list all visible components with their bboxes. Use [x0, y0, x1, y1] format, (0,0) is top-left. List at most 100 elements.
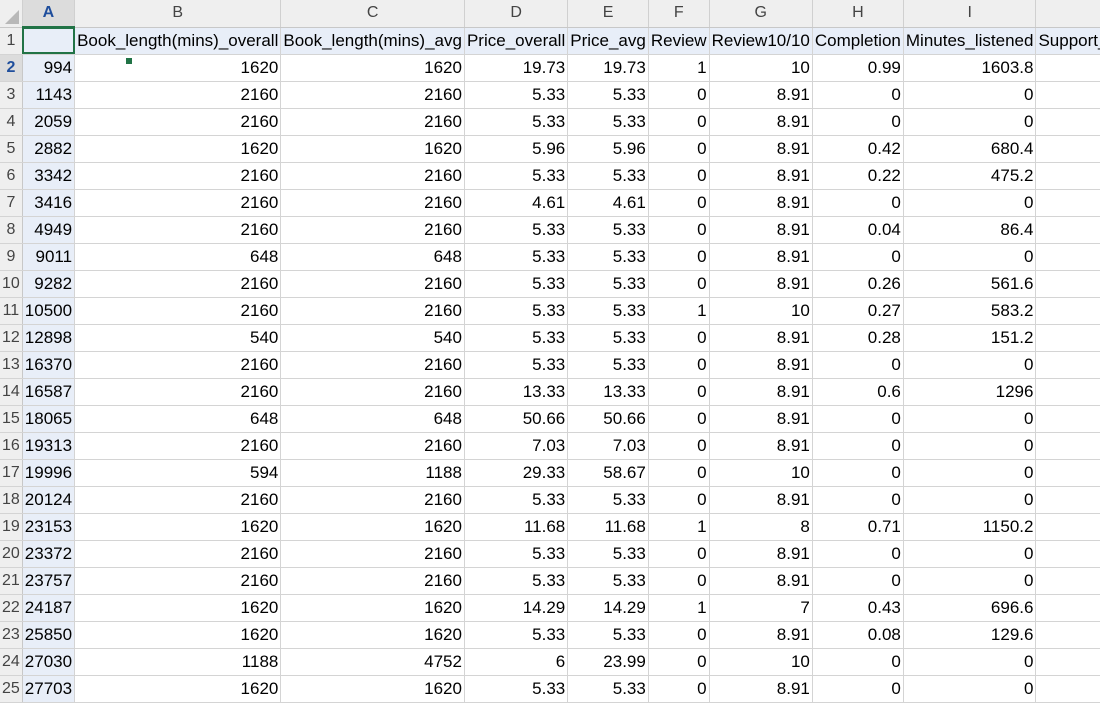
- data-cell[interactable]: 10: [709, 648, 813, 676]
- data-cell[interactable]: 2160: [280, 486, 465, 514]
- data-cell[interactable]: 1620: [280, 135, 465, 163]
- data-cell[interactable]: 8.91: [709, 378, 813, 406]
- data-cell[interactable]: 5.33: [464, 270, 569, 298]
- data-cell[interactable]: 50.66: [464, 405, 569, 433]
- data-cell[interactable]: 0: [1035, 189, 1100, 217]
- row-header[interactable]: 24: [0, 648, 23, 676]
- data-cell[interactable]: 5.33: [567, 297, 649, 325]
- row-header[interactable]: 22: [0, 594, 23, 622]
- row-header[interactable]: 5: [0, 135, 23, 163]
- data-cell[interactable]: 2160: [74, 162, 282, 190]
- data-cell[interactable]: 1620: [280, 594, 465, 622]
- data-cell[interactable]: 5.33: [464, 162, 569, 190]
- data-cell[interactable]: 8.91: [709, 216, 813, 244]
- column-header-c[interactable]: C: [280, 0, 465, 28]
- data-cell[interactable]: 540: [74, 324, 282, 352]
- data-cell[interactable]: 1296: [903, 378, 1037, 406]
- data-cell[interactable]: 696.6: [903, 594, 1037, 622]
- data-cell[interactable]: 5.33: [464, 243, 569, 271]
- data-cell[interactable]: 648: [280, 405, 465, 433]
- data-cell[interactable]: 8.91: [709, 81, 813, 109]
- data-cell[interactable]: 2160: [280, 216, 465, 244]
- row-header[interactable]: 19: [0, 513, 23, 541]
- data-cell[interactable]: 5.33: [567, 243, 649, 271]
- data-cell[interactable]: 2160: [280, 108, 465, 136]
- data-cell[interactable]: 5: [1035, 54, 1100, 82]
- data-cell[interactable]: 9282: [22, 270, 76, 298]
- data-cell[interactable]: 10: [709, 297, 813, 325]
- data-cell[interactable]: 6: [464, 648, 569, 676]
- data-cell[interactable]: 1620: [280, 513, 465, 541]
- data-cell[interactable]: 10: [709, 54, 813, 82]
- data-cell[interactable]: 0: [648, 162, 710, 190]
- data-cell[interactable]: 13.33: [567, 378, 649, 406]
- data-cell[interactable]: 0.28: [812, 324, 904, 352]
- row-header[interactable]: 4: [0, 108, 23, 136]
- row-header[interactable]: 13: [0, 351, 23, 379]
- column-header-j[interactable]: J: [1035, 0, 1100, 28]
- data-cell[interactable]: 1: [648, 513, 710, 541]
- data-cell[interactable]: 20124: [22, 486, 76, 514]
- data-cell[interactable]: 0: [648, 405, 710, 433]
- data-cell[interactable]: 2160: [280, 297, 465, 325]
- column-header-f[interactable]: F: [648, 0, 710, 28]
- data-cell[interactable]: 0.22: [812, 162, 904, 190]
- data-cell[interactable]: 1620: [280, 621, 465, 649]
- data-cell[interactable]: 0: [648, 270, 710, 298]
- select-all-corner[interactable]: [0, 0, 23, 28]
- data-cell[interactable]: 2160: [280, 81, 465, 109]
- data-cell[interactable]: 0.99: [812, 54, 904, 82]
- data-cell[interactable]: 5.33: [464, 486, 569, 514]
- data-cell[interactable]: 5.33: [567, 108, 649, 136]
- data-cell[interactable]: 58.67: [567, 459, 649, 487]
- data-cell[interactable]: 2160: [280, 351, 465, 379]
- data-cell[interactable]: 0: [903, 81, 1037, 109]
- data-cell[interactable]: 0: [648, 621, 710, 649]
- data-cell[interactable]: 0: [903, 567, 1037, 595]
- data-cell[interactable]: 1620: [74, 621, 282, 649]
- data-cell[interactable]: 1143: [22, 81, 76, 109]
- data-cell[interactable]: 2160: [74, 378, 282, 406]
- header-cell[interactable]: Price_avg: [567, 27, 649, 55]
- data-cell[interactable]: 5.33: [567, 324, 649, 352]
- data-cell[interactable]: 0.42: [812, 135, 904, 163]
- data-cell[interactable]: 27703: [22, 675, 76, 703]
- data-cell[interactable]: 5.33: [567, 567, 649, 595]
- row-header[interactable]: 10: [0, 270, 23, 298]
- data-cell[interactable]: 0: [903, 189, 1037, 217]
- data-cell[interactable]: 0: [903, 540, 1037, 568]
- data-cell[interactable]: 2160: [280, 270, 465, 298]
- data-cell[interactable]: 8.91: [709, 135, 813, 163]
- data-cell[interactable]: 2160: [74, 189, 282, 217]
- data-cell[interactable]: 0: [812, 459, 904, 487]
- data-cell[interactable]: 8: [709, 513, 813, 541]
- data-cell[interactable]: 680.4: [903, 135, 1037, 163]
- data-cell[interactable]: 0: [1035, 81, 1100, 109]
- column-header-d[interactable]: D: [464, 0, 569, 28]
- data-cell[interactable]: 0: [1035, 486, 1100, 514]
- data-cell[interactable]: 0: [1035, 243, 1100, 271]
- data-cell[interactable]: 4.61: [464, 189, 569, 217]
- data-cell[interactable]: 7.03: [464, 432, 569, 460]
- data-cell[interactable]: 2160: [74, 540, 282, 568]
- data-cell[interactable]: 994: [22, 54, 76, 82]
- data-cell[interactable]: 0: [648, 378, 710, 406]
- data-cell[interactable]: 16370: [22, 351, 76, 379]
- data-cell[interactable]: 8.91: [709, 432, 813, 460]
- row-header[interactable]: 25: [0, 675, 23, 703]
- data-cell[interactable]: 594: [74, 459, 282, 487]
- data-cell[interactable]: 1: [1035, 513, 1100, 541]
- data-cell[interactable]: 0: [903, 459, 1037, 487]
- data-cell[interactable]: 0: [648, 432, 710, 460]
- data-cell[interactable]: 2160: [74, 216, 282, 244]
- spreadsheet-grid[interactable]: ABCDEFGHIJKL 1 Book_length(mins)_overallB…: [0, 0, 1100, 703]
- row-header[interactable]: 1: [0, 27, 23, 55]
- data-cell[interactable]: 1620: [280, 54, 465, 82]
- data-cell[interactable]: 0: [1035, 567, 1100, 595]
- row-header[interactable]: 16: [0, 432, 23, 460]
- data-cell[interactable]: 0: [903, 351, 1037, 379]
- row-header[interactable]: 21: [0, 567, 23, 595]
- data-cell[interactable]: 1603.8: [903, 54, 1037, 82]
- data-cell[interactable]: 86.4: [903, 216, 1037, 244]
- data-cell[interactable]: 0: [903, 243, 1037, 271]
